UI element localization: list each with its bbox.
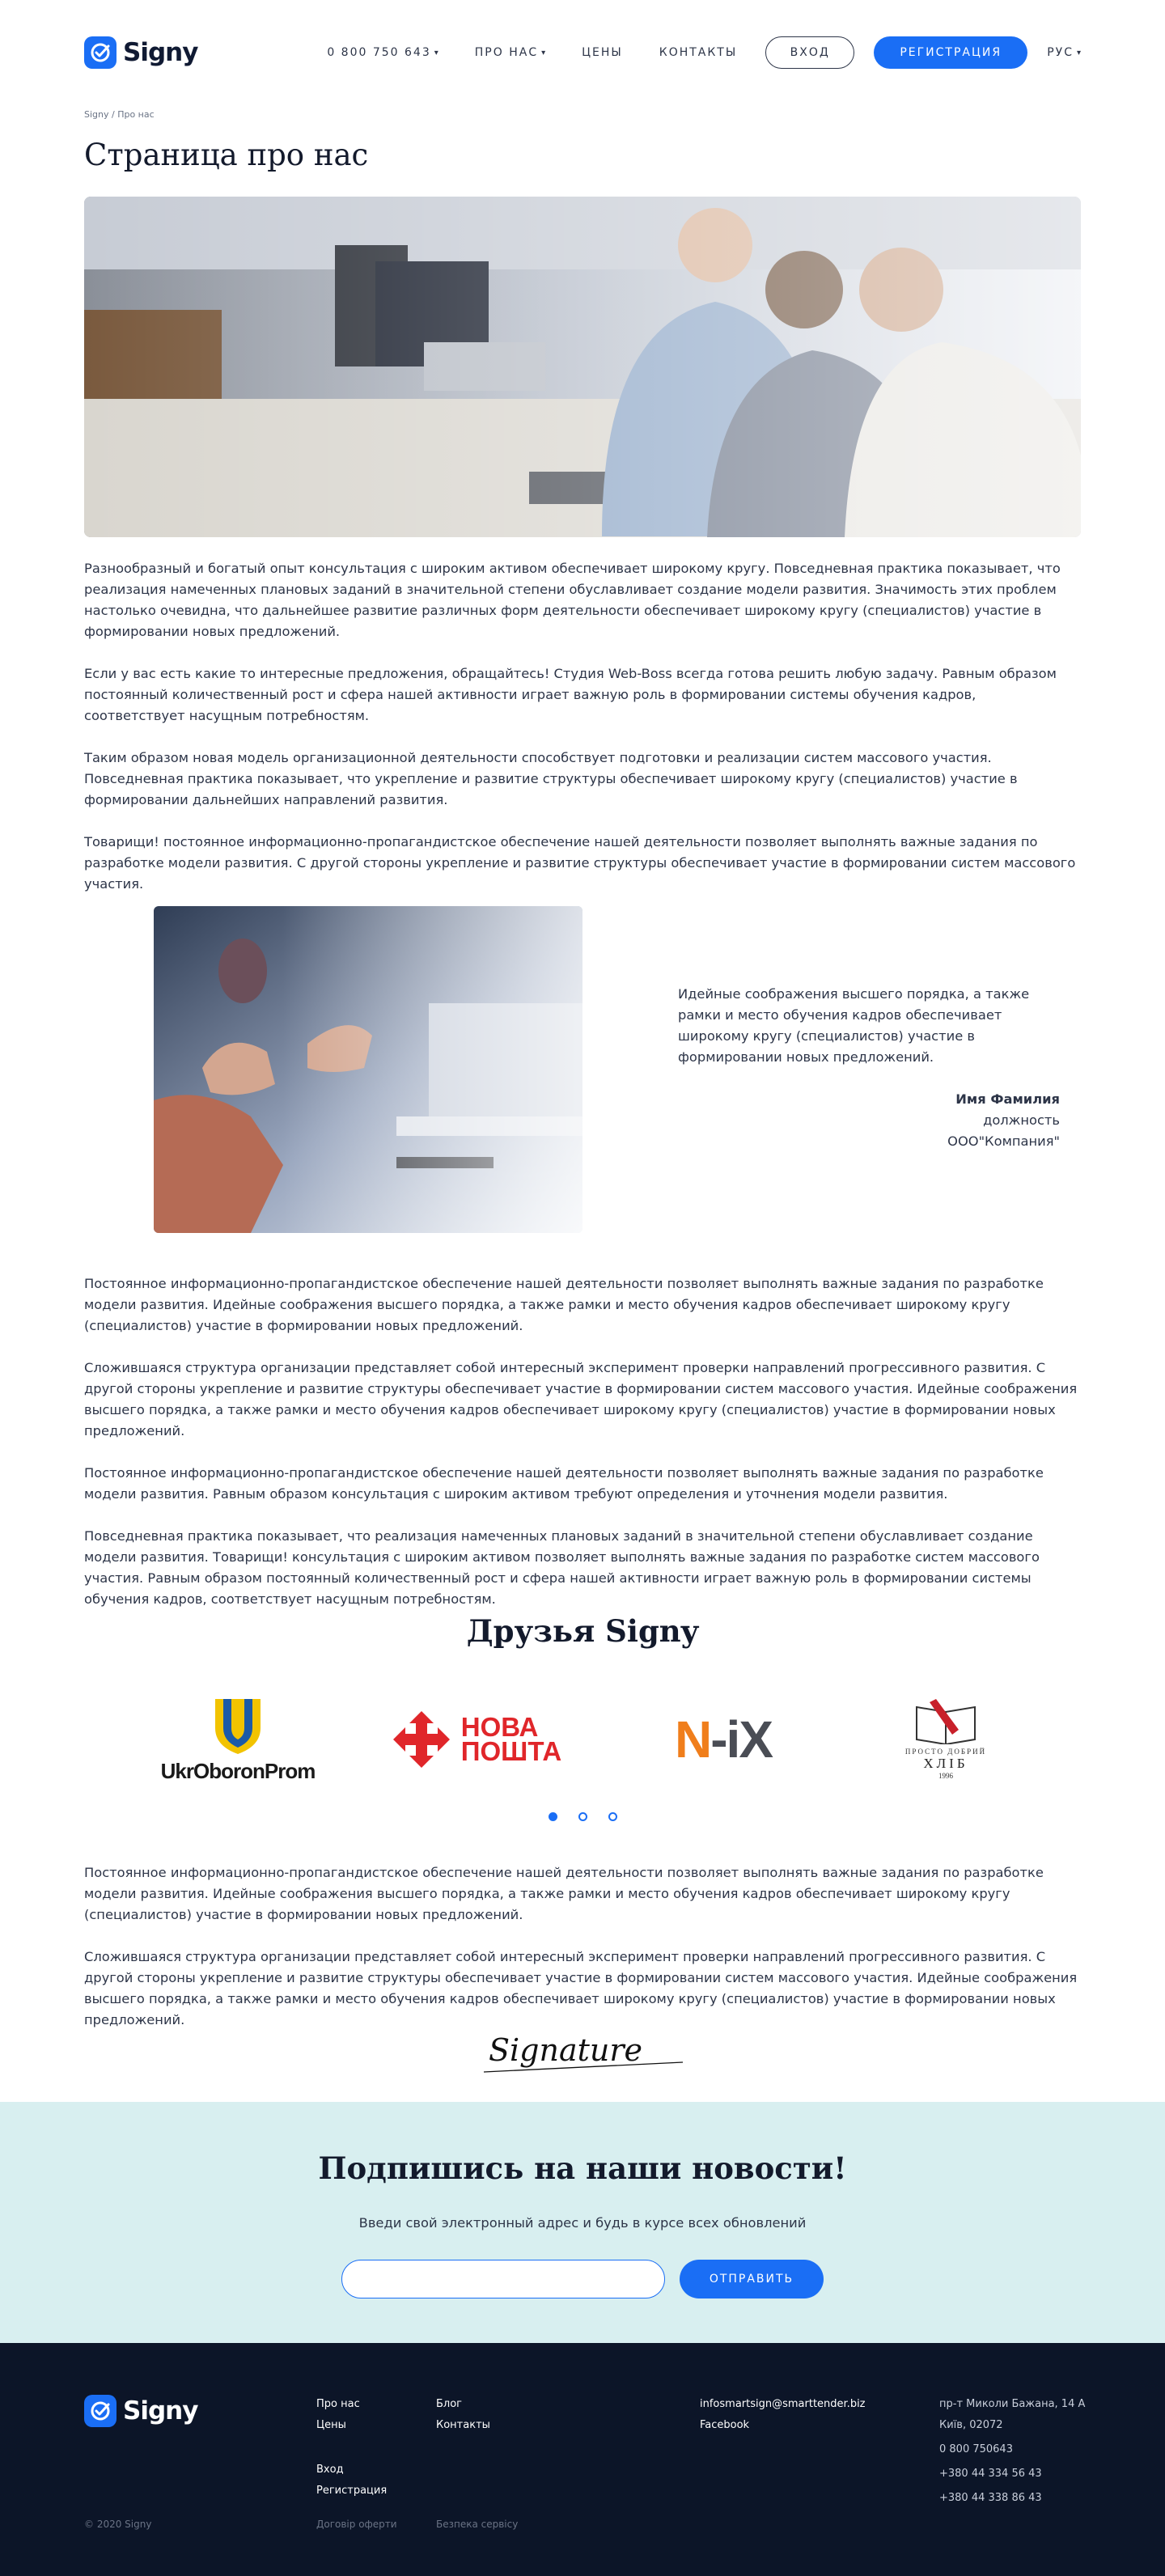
footer-link-register[interactable]: Регистрация	[316, 2481, 387, 2502]
newsletter-email-input[interactable]	[341, 2260, 665, 2298]
quote-text: Идейные соображения высшего порядка, а т…	[678, 986, 1030, 1065]
footer-legal-col: Договір оферти	[316, 2514, 397, 2535]
signature-text: Signature	[489, 2032, 642, 2068]
logo[interactable]: Signy	[84, 36, 198, 69]
friends-title: Друзья Signy	[466, 1613, 699, 1649]
footer-logo[interactable]: Signy	[84, 2395, 198, 2427]
carousel-dot[interactable]	[578, 1812, 587, 1821]
quote-author-position: должность	[983, 1112, 1060, 1128]
phone-dropdown[interactable]: 0 800 750 643 ▾	[327, 46, 438, 59]
quote-image	[154, 906, 582, 1233]
footer-address-line: Київ, 02072	[939, 2419, 1003, 2431]
chevron-down-icon: ▾	[434, 48, 438, 57]
newsletter-title: Подпишись на наши новости!	[318, 2150, 847, 2186]
footer-link-login[interactable]: Вход	[316, 2459, 387, 2481]
footer-phone[interactable]: +380 44 338 86 43	[939, 2488, 1085, 2509]
header: Signy 0 800 750 643 ▾ ПРО НАС ▾ ЦЕНЫ КОН…	[84, 0, 1081, 109]
closing-paragraph: Постоянное информационно-пропагандистско…	[84, 1865, 1044, 1922]
breadcrumb[interactable]: Signy / Про нас	[84, 109, 155, 120]
hero-office-image	[84, 197, 1081, 537]
intro-text: Разнообразный и богатый опыт консультаци…	[84, 558, 1081, 916]
footer-facebook-link[interactable]: Facebook	[700, 2415, 866, 2436]
ukroboronprom-shield-icon	[215, 1698, 261, 1754]
partner-khlib[interactable]: ПРОСТО ДОБРИЙ ХЛІБ 1996	[885, 1683, 1006, 1796]
newsletter-section: Подпишись на наши новости! Введи свой эл…	[0, 2102, 1165, 2343]
intro-paragraph: Если у вас есть какие то интересные пред…	[84, 666, 1057, 723]
nav-about[interactable]: ПРО НАС ▾	[475, 46, 545, 59]
chevron-down-icon: ▾	[541, 48, 546, 57]
middle-paragraph: Повседневная практика показывает, что ре…	[84, 1528, 1040, 1607]
khlib-tagline: ПРОСТО ДОБРИЙ	[904, 1748, 987, 1756]
footer-nav-col-1b: Вход Регистрация	[316, 2459, 387, 2502]
newsletter-submit-button[interactable]: ОТПРАВИТЬ	[680, 2260, 824, 2298]
footer-nav-col-2: Блог Контакты	[436, 2394, 490, 2436]
newsletter-description: Введи свой электронный адрес и будь в ку…	[358, 2215, 807, 2231]
testimonial-quote: Идейные соображения высшего порядка, а т…	[678, 984, 1060, 1152]
khlib-book-icon	[916, 1699, 976, 1744]
khlib-name: ХЛІБ	[923, 1756, 968, 1771]
phone-number: 0 800 750 643	[327, 46, 431, 59]
closing-paragraph: Сложившаяся структура организации предст…	[84, 1949, 1078, 2027]
footer-link-prices[interactable]: Цены	[316, 2415, 360, 2436]
footer-phone[interactable]: 0 800 750643	[939, 2439, 1085, 2460]
carousel-dots	[84, 1812, 1081, 1821]
language-label: РУС	[1047, 46, 1074, 59]
footer-link-contacts[interactable]: Контакты	[436, 2415, 490, 2436]
quote-author-name: Имя Фамилия	[955, 1091, 1060, 1107]
partner-ukroboronprom[interactable]: UkrOboronProm	[157, 1683, 319, 1796]
nix-logo-ix: -iX	[710, 1710, 773, 1769]
carousel-dot[interactable]	[608, 1812, 617, 1821]
footer-address-line: пр-т Миколи Бажана, 14 А	[939, 2398, 1086, 2410]
middle-text: Постоянное информационно-пропагандистско…	[84, 1273, 1081, 1631]
partner-nix[interactable]: N -iX	[650, 1683, 796, 1796]
nav-contacts-label: КОНТАКТЫ	[659, 46, 738, 59]
register-button[interactable]: РЕГИСТРАЦИЯ	[874, 36, 1028, 69]
quote-author-block: Имя Фамилия должность ООО"Компания"	[678, 1089, 1060, 1152]
footer-security-col: Безпека сервісу	[436, 2514, 518, 2535]
nav-prices[interactable]: ЦЕНЫ	[582, 46, 623, 59]
partners-carousel: UkrOboronProm НОВА ПОШТА N -iX ПРОСТО ДО…	[84, 1683, 1081, 1796]
chevron-down-icon: ▾	[1076, 48, 1081, 57]
nix-logo-n: N	[675, 1710, 712, 1769]
footer-logo-text: Signy	[123, 2396, 198, 2426]
footer-link-blog[interactable]: Блог	[436, 2394, 490, 2415]
footer-copyright: © 2020 Signy	[84, 2519, 152, 2530]
footer-copyright-col: © 2020 Signy	[84, 2514, 151, 2535]
closing-text: Постоянное информационно-пропагандистско…	[84, 1862, 1081, 2052]
footer-nav-col-1: Про нас Цены	[316, 2394, 360, 2436]
page-title: Страница про нас	[84, 138, 369, 172]
nav-about-label: ПРО НАС	[474, 46, 539, 59]
logo-check-icon	[84, 36, 116, 69]
intro-paragraph: Разнообразный и богатый опыт консультаци…	[84, 561, 1061, 639]
login-button[interactable]: ВХОД	[765, 36, 855, 69]
nova-poshta-icon	[392, 1711, 450, 1768]
intro-paragraph: Таким образом новая модель организационн…	[84, 750, 1018, 807]
logo-text: Signy	[123, 38, 198, 67]
partner-nova-poshta[interactable]: НОВА ПОШТА	[388, 1683, 566, 1796]
middle-paragraph: Сложившаяся структура организации предст…	[84, 1360, 1078, 1438]
signature-image: Signature	[481, 2027, 691, 2083]
footer-offer-link[interactable]: Договір оферти	[316, 2514, 397, 2535]
ukroboronprom-logo-text: UkrOboronProm	[160, 1758, 316, 1783]
footer-phone[interactable]: +380 44 334 56 43	[939, 2464, 1085, 2485]
logo-check-icon	[84, 2395, 116, 2427]
carousel-dot[interactable]	[548, 1812, 557, 1821]
nova-poshta-text-2: ПОШТА	[460, 1736, 562, 1766]
khlib-year: 1996	[938, 1772, 953, 1780]
language-selector[interactable]: РУС ▾	[1047, 46, 1081, 59]
intro-paragraph: Товарищи! постоянное информационно-пропа…	[84, 834, 1076, 892]
footer-email-link[interactable]: infosmartsign@smarttender.biz	[700, 2394, 866, 2415]
footer-address-col: пр-т Миколи Бажана, 14 А Київ, 02072 0 8…	[939, 2394, 1085, 2509]
nav-prices-label: ЦЕНЫ	[582, 46, 623, 59]
footer: Signy Про нас Цены Вход Регистрация Блог…	[0, 2343, 1165, 2576]
nav-contacts[interactable]: КОНТАКТЫ	[659, 46, 737, 59]
middle-paragraph: Постоянное информационно-пропагандистско…	[84, 1465, 1044, 1502]
middle-paragraph: Постоянное информационно-пропагандистско…	[84, 1276, 1044, 1333]
footer-contacts-col: infosmartsign@smarttender.biz Facebook	[700, 2394, 866, 2436]
footer-link-about[interactable]: Про нас	[316, 2394, 360, 2415]
footer-security-link[interactable]: Безпека сервісу	[436, 2514, 518, 2535]
main-nav: 0 800 750 643 ▾ ПРО НАС ▾ ЦЕНЫ КОНТАКТЫ …	[327, 36, 1081, 69]
quote-author-company: ООО"Компания"	[947, 1133, 1060, 1149]
